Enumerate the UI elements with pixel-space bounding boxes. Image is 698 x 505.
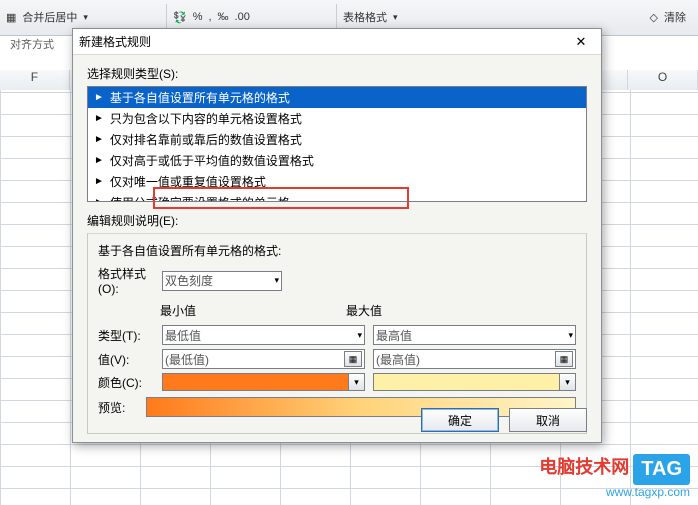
increase-decimal-button[interactable]: ‰ — [218, 11, 229, 23]
color-max-select[interactable]: ▾ — [373, 373, 576, 391]
ok-button[interactable]: 确定 — [421, 408, 499, 432]
rule-type-item[interactable]: ►仅对高于或低于平均值的数值设置格式 — [88, 150, 586, 171]
color-label: 颜色(C): — [98, 374, 154, 391]
format-style-label: 格式样式(O): — [98, 265, 154, 296]
arrow-icon: ► — [94, 197, 104, 202]
rule-type-item[interactable]: ►使用公式确定要设置格式的单元格 — [88, 192, 586, 202]
watermark: 电脑技术网TAG www.tagxp.com — [539, 453, 690, 499]
eraser-icon[interactable]: ◇ — [650, 11, 658, 24]
preview-label: 预览: — [98, 399, 138, 416]
chevron-down-icon: ▾ — [348, 374, 364, 390]
edit-rule-desc-label: 编辑规则说明(E): — [87, 212, 601, 229]
alignment-group-label: 对齐方式 — [10, 36, 54, 52]
cancel-button[interactable]: 取消 — [509, 408, 587, 432]
value-min-input[interactable]: (最低值)▦ — [162, 349, 365, 369]
arrow-icon: ► — [94, 92, 104, 103]
value-max-input[interactable]: (最高值)▦ — [373, 349, 576, 369]
color-min-select[interactable]: ▾ — [162, 373, 365, 391]
watermark-url: www.tagxp.com — [539, 485, 690, 499]
range-picker-icon[interactable]: ▦ — [555, 351, 573, 367]
clear-button[interactable]: 清除 — [664, 9, 686, 25]
currency-icon[interactable]: 💱 — [173, 11, 187, 24]
percent-button[interactable]: % — [193, 11, 203, 23]
dropdown-icon[interactable]: ▾ — [393, 12, 398, 23]
type-min-select[interactable]: 最低值▾ — [162, 325, 365, 345]
type-max-select[interactable]: 最高值▾ — [373, 325, 576, 345]
desc-subtitle: 基于各自值设置所有单元格的格式: — [98, 242, 576, 259]
rule-type-item[interactable]: ►仅对唯一值或重复值设置格式 — [88, 171, 586, 192]
arrow-icon: ► — [94, 113, 104, 124]
comma-button[interactable]: , — [208, 11, 211, 23]
dialog-titlebar: 新建格式规则 ✕ — [73, 29, 601, 55]
rule-type-list[interactable]: ►基于各自值设置所有单元格的格式 ►只为包含以下内容的单元格设置格式 ►仅对排名… — [87, 86, 587, 202]
min-header: 最小值 — [158, 302, 330, 319]
max-header: 最大值 — [344, 302, 576, 319]
arrow-icon: ► — [94, 134, 104, 145]
rule-description-panel: 基于各自值设置所有单元格的格式: 格式样式(O): 双色刻度▾ 最小值 最大值 … — [87, 233, 587, 434]
range-picker-icon[interactable]: ▦ — [344, 351, 362, 367]
table-format-label[interactable]: 表格格式 — [343, 9, 387, 25]
merge-icon[interactable]: ▦ — [6, 11, 16, 24]
merge-center-button[interactable]: 合并后居中 — [22, 9, 77, 25]
chevron-down-icon: ▾ — [568, 330, 573, 341]
chevron-down-icon: ▾ — [357, 330, 362, 341]
col-header[interactable]: F — [0, 70, 70, 90]
rule-type-item[interactable]: ►只为包含以下内容的单元格设置格式 — [88, 108, 586, 129]
value-label: 值(V): — [98, 351, 154, 368]
arrow-icon: ► — [94, 155, 104, 166]
watermark-text: 电脑技术网 — [539, 457, 629, 477]
arrow-icon: ► — [94, 176, 104, 187]
dropdown-icon[interactable]: ▾ — [83, 12, 88, 23]
dialog-title: 新建格式规则 — [79, 33, 567, 50]
select-rule-type-label: 选择规则类型(S): — [87, 65, 601, 82]
new-format-rule-dialog: 新建格式规则 ✕ 选择规则类型(S): ►基于各自值设置所有单元格的格式 ►只为… — [72, 28, 602, 443]
format-style-select[interactable]: 双色刻度▾ — [162, 271, 282, 291]
decrease-decimal-button[interactable]: .00 — [235, 11, 250, 23]
chevron-down-icon: ▾ — [559, 374, 575, 390]
watermark-tag: TAG — [633, 454, 690, 485]
rule-type-item[interactable]: ►仅对排名靠前或靠后的数值设置格式 — [88, 129, 586, 150]
col-header[interactable]: O — [628, 70, 698, 90]
rule-type-item[interactable]: ►基于各自值设置所有单元格的格式 — [88, 87, 586, 108]
close-button[interactable]: ✕ — [567, 34, 595, 50]
type-label: 类型(T): — [98, 327, 154, 344]
chevron-down-icon: ▾ — [274, 275, 279, 286]
